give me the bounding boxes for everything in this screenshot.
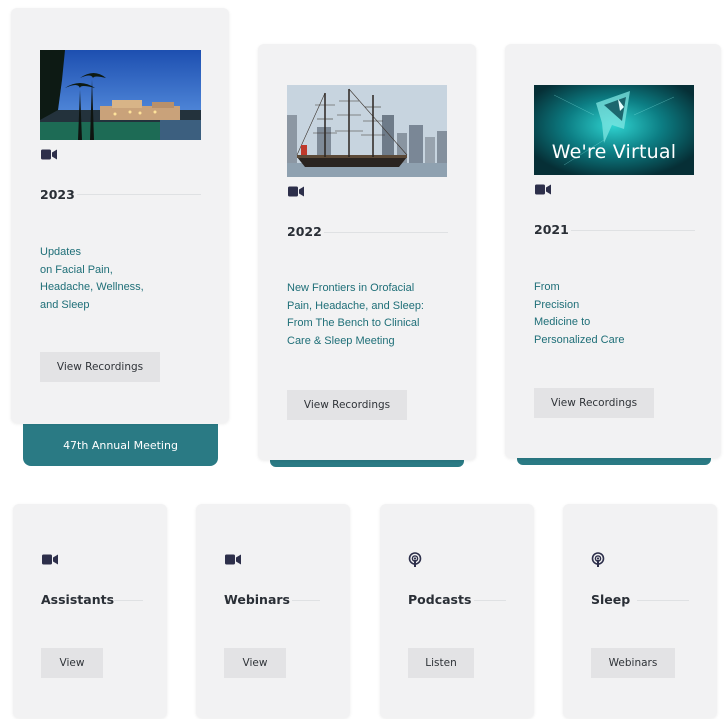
- resource-title: Assistants: [41, 592, 115, 607]
- resource-card-webinars: Webinars View: [196, 504, 350, 718]
- meeting-description: New Frontiers in Orofacial Pain, Headach…: [287, 282, 424, 347]
- divider: [292, 600, 320, 601]
- view-recordings-button[interactable]: View Recordings: [534, 388, 654, 418]
- view-button[interactable]: View: [41, 648, 103, 678]
- resort-photo: [40, 50, 201, 140]
- tall-ship-photo: [287, 85, 447, 177]
- video-camera-icon: [535, 184, 551, 195]
- divider: [474, 600, 506, 601]
- meeting-year: 2023: [40, 187, 75, 202]
- resource-card-sleep: Sleep Webinars: [563, 504, 717, 718]
- meeting-description: From Precision Medicine to Personalized …: [534, 281, 625, 346]
- resource-card-podcasts: Podcasts Listen: [380, 504, 534, 718]
- listen-button[interactable]: Listen: [408, 648, 474, 678]
- divider: [113, 600, 143, 601]
- meeting-description: Updates on Facial Pain, Headache, Wellne…: [40, 246, 144, 311]
- video-camera-icon: [225, 554, 241, 565]
- view-button[interactable]: View: [224, 648, 286, 678]
- podcast-icon: [591, 552, 605, 567]
- meeting-card-2021: We're Virtual 2021 From Precision Medici…: [505, 44, 721, 458]
- virtual-meeting-image: We're Virtual: [534, 85, 694, 175]
- resource-title: Sleep: [591, 592, 631, 607]
- resource-card-assistants: Assistants View: [13, 504, 167, 718]
- podcast-icon: [408, 552, 422, 567]
- resource-title: Podcasts: [408, 592, 472, 607]
- resource-title: Webinars: [224, 592, 290, 607]
- meeting-year: 2022: [287, 224, 322, 239]
- webinars-button[interactable]: Webinars: [591, 648, 675, 678]
- video-camera-icon: [288, 186, 304, 197]
- meeting-year: 2021: [534, 222, 569, 237]
- video-camera-icon: [41, 149, 57, 160]
- divider: [324, 232, 448, 233]
- divider: [571, 230, 695, 231]
- video-camera-icon: [42, 554, 58, 565]
- view-recordings-button[interactable]: View Recordings: [40, 352, 160, 382]
- divider: [637, 600, 689, 601]
- view-recordings-button[interactable]: View Recordings: [287, 390, 407, 420]
- divider: [77, 194, 201, 195]
- annual-meeting-tab[interactable]: 47th Annual Meeting: [23, 424, 218, 466]
- meeting-card-2023: 2023 Updates on Facial Pain, Headache, W…: [11, 8, 229, 423]
- virtual-image-text: We're Virtual: [551, 141, 677, 163]
- meeting-card-2022: 2022 New Frontiers in Orofacial Pain, He…: [258, 44, 476, 460]
